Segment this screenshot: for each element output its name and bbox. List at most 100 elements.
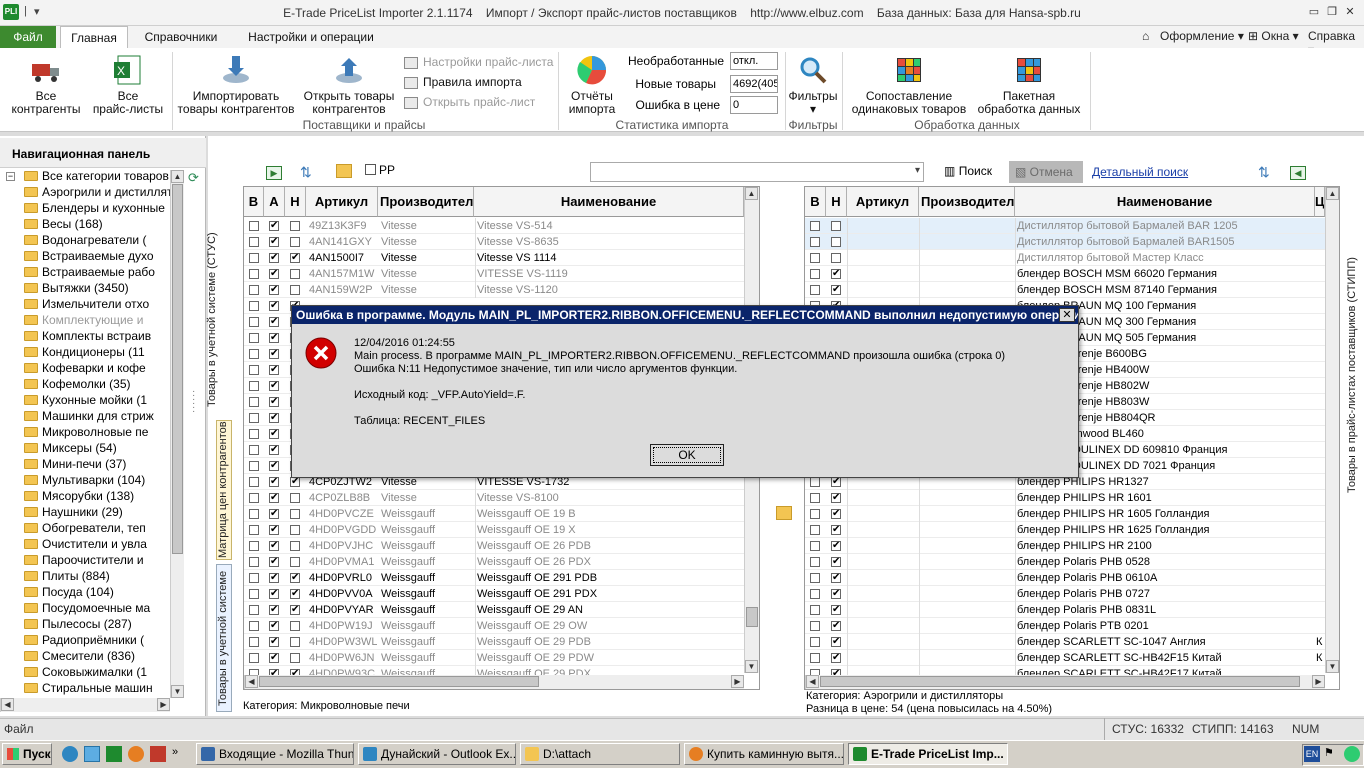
scroll-left-icon[interactable]: ◀ (245, 675, 258, 688)
row-checkbox-a[interactable]: ✔ (269, 269, 279, 279)
tree-item[interactable]: Очистители и увла (0, 536, 170, 552)
tree-item[interactable]: Пароочистители и (0, 552, 170, 568)
tree-item[interactable]: Миксеры (54) (0, 440, 170, 456)
tree-item[interactable]: Пылесосы (287) (0, 616, 170, 632)
row-checkbox-a[interactable]: ✔ (269, 365, 279, 375)
collapse-ribbon-icon[interactable]: ⌂ (1142, 29, 1149, 43)
row-checkbox-n[interactable]: ✔ (831, 557, 841, 567)
row-checkbox-n[interactable]: ✔ (831, 637, 841, 647)
col-header-price[interactable]: Ц (1315, 187, 1325, 217)
task-outlook[interactable]: Дунайский - Outlook Ex... (358, 743, 516, 765)
row-checkbox-v[interactable] (249, 621, 259, 631)
scroll-right-icon[interactable]: ▶ (1312, 675, 1325, 688)
language-indicator[interactable]: EN (1304, 746, 1320, 762)
row-checkbox-a[interactable]: ✔ (269, 493, 279, 503)
table-row[interactable]: ✔ 4HD0PW6JN Weissgauff Weissgauff OE 29 PDW (244, 650, 744, 666)
row-checkbox-v[interactable] (810, 221, 820, 231)
row-checkbox-v[interactable] (249, 493, 259, 503)
row-checkbox-v[interactable] (249, 253, 259, 263)
row-checkbox-n[interactable]: ✔ (831, 269, 841, 279)
row-checkbox-v[interactable] (249, 637, 259, 647)
back-icon[interactable]: ◀ (1290, 166, 1306, 180)
table-row[interactable]: ✔ ✔ 4HD0PVRL0 Weissgauff Weissgauff OE 291 P… (244, 570, 744, 586)
batch-processing-button[interactable]: Пакетная обработка данных (972, 54, 1086, 116)
col-header-v[interactable]: В (244, 187, 264, 217)
table-row[interactable]: ✔ 4AN159W2P Vitesse Vitesse VS-1120 (244, 282, 744, 298)
tree-item[interactable]: Наушники (29) (0, 504, 170, 520)
import-rules-button[interactable]: Правила импорта (404, 72, 553, 92)
row-checkbox-v[interactable] (810, 493, 820, 503)
row-checkbox-v[interactable] (249, 397, 259, 407)
contractors-button[interactable]: Все контрагенты (4, 54, 88, 116)
row-checkbox-v[interactable] (249, 573, 259, 583)
col-header-article[interactable]: Артикул (306, 187, 378, 217)
tree-item[interactable]: Комплекты встраив (0, 328, 170, 344)
close-icon[interactable]: ✕ (1059, 308, 1075, 322)
minimize-icon[interactable]: ▭ (1306, 4, 1322, 20)
tab-home[interactable]: Главная (60, 26, 128, 48)
refresh-icon[interactable]: ⟳ (188, 170, 202, 185)
search-button[interactable]: ▥ Поиск (944, 164, 992, 178)
scroll-up-icon[interactable]: ▲ (745, 187, 758, 200)
row-checkbox-v[interactable] (249, 429, 259, 439)
scroll-thumb[interactable] (746, 607, 758, 627)
table-row[interactable]: ✔ 4AN157M1W Vitesse VITESSE VS-1119 (244, 266, 744, 282)
row-checkbox-a[interactable]: ✔ (269, 621, 279, 631)
scroll-down-icon[interactable]: ▼ (171, 685, 184, 698)
row-checkbox-n[interactable] (831, 253, 841, 263)
col-header-n[interactable]: Н (826, 187, 847, 217)
row-checkbox-a[interactable]: ✔ (269, 525, 279, 535)
match-goods-button[interactable]: Сопоставление одинаковых товаров (846, 54, 972, 116)
row-checkbox-a[interactable]: ✔ (269, 445, 279, 455)
file-tab[interactable]: Файл (0, 26, 56, 48)
table-row[interactable]: ✔ блендер SCARLETT SC-HB42F15 Китай К (805, 650, 1325, 666)
firefox-icon[interactable] (128, 746, 144, 762)
row-checkbox-n[interactable]: ✔ (831, 493, 841, 503)
tree-item[interactable]: Стиральные машин (0, 680, 170, 696)
pricelists-button[interactable]: X Все прайс-листы (88, 54, 168, 116)
side-tab-stipp[interactable]: Товары в прайс-листах поставщиков (СТИПП… (1346, 180, 1362, 570)
col-header-manufacturer[interactable]: Производитель (919, 187, 1015, 217)
cancel-button[interactable]: ▧ Отмена (1009, 161, 1083, 183)
table-row[interactable]: ✔ блендер PHILIPS HR 2100 (805, 538, 1325, 554)
row-checkbox-a[interactable]: ✔ (269, 461, 279, 471)
tree-item[interactable]: Посудомоечные ма (0, 600, 170, 616)
row-checkbox-v[interactable] (249, 589, 259, 599)
table-row[interactable]: ✔ блендер PHILIPS HR 1601 (805, 490, 1325, 506)
row-checkbox-v[interactable] (810, 477, 820, 487)
row-checkbox-v[interactable] (249, 605, 259, 615)
row-checkbox-a[interactable]: ✔ (269, 509, 279, 519)
table-row[interactable]: ✔ блендер PHILIPS HR 1625 Голландия (805, 522, 1325, 538)
row-checkbox-n[interactable] (290, 285, 300, 295)
tree-item[interactable]: Измельчители отхо (0, 296, 170, 312)
table-row[interactable]: ✔ блендер Polaris PHB 0610A (805, 570, 1325, 586)
row-checkbox-a[interactable]: ✔ (269, 573, 279, 583)
row-checkbox-v[interactable] (249, 349, 259, 359)
row-checkbox-v[interactable] (810, 237, 820, 247)
row-checkbox-v[interactable] (249, 413, 259, 423)
menu-appearance[interactable]: Оформление ▾ (1160, 29, 1244, 43)
scroll-down-icon[interactable]: ▼ (745, 660, 758, 673)
row-checkbox-v[interactable] (249, 477, 259, 487)
stus-hscrollbar[interactable]: ◀ ▶ (244, 675, 744, 689)
tree-item[interactable]: Плиты (884) (0, 568, 170, 584)
row-checkbox-n[interactable]: ✔ (831, 285, 841, 295)
stipp-hscrollbar[interactable]: ◀ ▶ (805, 675, 1325, 689)
scroll-right-icon[interactable]: ▶ (731, 675, 744, 688)
tree-item[interactable]: Комплектующие и (0, 312, 170, 328)
row-checkbox-a[interactable]: ✔ (269, 317, 279, 327)
desktop-icon[interactable] (84, 746, 100, 762)
tree-item[interactable]: Вытяжки (3450) (0, 280, 170, 296)
row-checkbox-n[interactable]: ✔ (831, 541, 841, 551)
row-checkbox-a[interactable]: ✔ (269, 253, 279, 263)
task-explorer[interactable]: D:\attach (520, 743, 680, 765)
task-firefox[interactable]: Купить каминную вытя... (684, 743, 844, 765)
scroll-thumb[interactable] (259, 676, 539, 687)
row-checkbox-a[interactable]: ✔ (269, 381, 279, 391)
filters-button[interactable]: Фильтры ▾ (788, 54, 838, 116)
table-row[interactable]: Дистиллятор бытовой Мастер Класс (805, 250, 1325, 266)
tray-status-icon[interactable] (1344, 746, 1360, 762)
scroll-right-icon[interactable]: ▶ (157, 698, 170, 711)
col-header-n[interactable]: Н (285, 187, 306, 217)
row-checkbox-v[interactable] (810, 253, 820, 263)
